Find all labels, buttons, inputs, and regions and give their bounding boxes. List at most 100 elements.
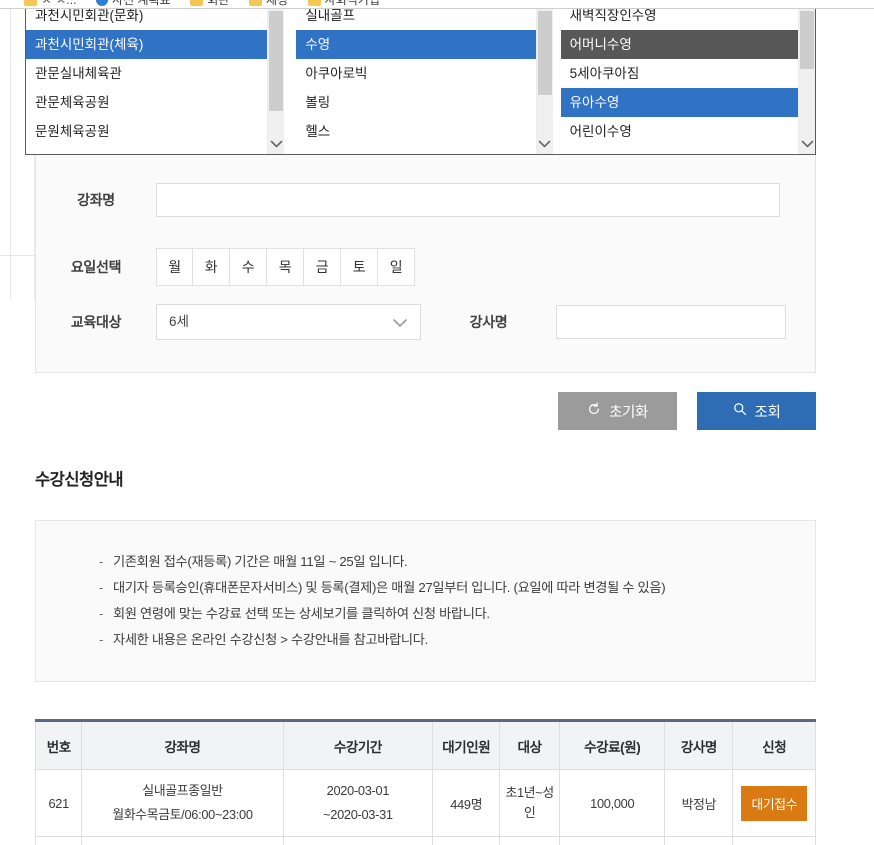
cell-stub [732,836,816,845]
listbox-option[interactable]: 5세아쿠아짐 [561,59,798,88]
notice-item: - 회원 연령에 맞는 수강료 선택 또는 상세보기를 클릭하여 신청 바랍니다. [36,601,815,627]
cell-stub [499,836,561,845]
weekday-button-wed[interactable]: 수 [230,248,267,286]
facility-listbox-scrollbar[interactable] [267,9,285,154]
cell-period: 2020-03-01 ~2020-03-31 [282,769,434,837]
search-icon [733,402,747,420]
search-form: 강좌명 요일선택 월 화 수 목 금 토 일 교육대상 6세 강사명 [35,155,816,373]
cell-stub [34,836,83,845]
layout-rail-horizontal [0,255,35,256]
course-name-input[interactable] [156,183,780,217]
target-select[interactable]: 6세 [156,304,421,340]
bookmark-label: 사전 계획표 [112,0,171,7]
col-header-waiting: 대기인원 [432,720,501,770]
weekday-button-sat[interactable]: 토 [341,248,378,286]
weekday-row: 요일선택 월 화 수 목 금 토 일 [36,248,815,286]
col-header-target: 대상 [499,720,561,770]
listbox-option[interactable]: 볼링 [296,88,535,117]
listbox-option-selected[interactable]: 과천시민회관(체육) [26,30,268,59]
facility-listbox[interactable]: 과천시민회관(문화) 과천시민회관(체육) 관문실내체육관 관문체육공원 문원체… [26,9,285,154]
weekday-button-thu[interactable]: 목 [267,248,304,286]
scrollbar-thumb[interactable] [537,11,552,95]
notice-item-text: 대기자 등록승인(휴대폰문자서비스) 및 등록(결제)은 매월 27일부터 입니… [113,580,666,595]
bookmark-item[interactable]: 사회적기업 [307,0,380,8]
bookmark-item[interactable]: 회관 [190,0,230,8]
table-row[interactable]: 621 실내골프종일반 월화수목금토/06:00~23:00 2020-03-0… [34,769,816,837]
search-actions: 초기화 조회 [0,392,816,430]
cell-waiting: 449명 [432,769,501,837]
course-name-row: 강좌명 [36,183,815,217]
page-content: 과천시민회관(문화) 과천시민회관(체육) 관문실내체육관 관문체육공원 문원체… [0,9,874,845]
notice-item-text: 회원 연령에 맞는 수강료 선택 또는 상세보기를 클릭하여 신청 바랍니다. [113,606,490,621]
listbox-option[interactable]: 관문체육공원 [26,88,267,117]
program-listbox-scrollbar[interactable] [535,9,553,154]
bookmark-label: ㅈ ㅈ... [41,0,77,7]
weekday-button-sun[interactable]: 일 [378,248,415,286]
notice-item: - 기존회원 접수(재등록) 기간은 매월 11일 ~ 25일 입니다. [36,549,815,575]
target-select-wrap: 6세 [156,304,421,340]
results-table: 번호 강좌명 수강기간 대기인원 대상 수강료(원) 강사명 신청 621 실내… [34,719,816,845]
col-header-apply: 신청 [732,720,816,770]
cell-stub [559,836,666,845]
weekday-button-mon[interactable]: 월 [156,248,193,286]
chevron-down-icon[interactable] [799,134,815,154]
bookmark-item[interactable]: ㅈ ㅈ... [24,0,77,8]
bookmark-label: 사회적기업 [324,0,380,7]
cell-instructor: 박정남 [664,769,734,837]
bookmark-label: 회관 [207,0,230,7]
course-schedule: 월화수목금토/06:00~23:00 [112,807,253,822]
period-end: ~2020-03-31 [323,807,393,822]
folder-icon [190,0,204,6]
cell-fee: 100,000 [559,769,666,837]
table-row-partial [34,836,816,845]
listbox-option[interactable]: 새벽직장인수영 [561,9,798,30]
listbox-option-hovered[interactable]: 어머니수영 [560,30,798,59]
reset-button-label: 초기화 [609,404,648,421]
listbox-option-selected[interactable]: 수영 [296,30,536,59]
weekday-button-fri[interactable]: 금 [304,248,341,286]
apply-button[interactable]: 대기접수 [741,785,807,821]
listbox-option[interactable]: 아쿠아로빅 [296,59,535,88]
listbox-option[interactable]: 문원체육공원 [26,117,267,146]
scrollbar-thumb[interactable] [269,11,284,111]
target-label: 교육대상 [70,314,122,330]
listbox-option-selected[interactable]: 유아수영 [560,88,798,117]
class-listbox[interactable]: 새벽직장인수영 어머니수영 5세아쿠아짐 유아수영 어린이수영 [560,9,815,154]
chevron-down-icon[interactable] [268,134,284,154]
notice-item-text: 기존회원 접수(재등록) 기간은 매월 11일 ~ 25일 입니다. [113,554,408,569]
cell-stub [81,836,284,845]
cell-no: 621 [34,769,83,837]
program-listbox[interactable]: 실내골프 수영 아쿠아로빅 볼링 헬스 [296,9,553,154]
instructor-input[interactable] [556,305,786,339]
bookmark-label: 체정 [265,0,289,7]
notice-list: - 기존회원 접수(재등록) 기간은 매월 11일 ~ 25일 입니다. - 대기자… [36,521,815,653]
class-listbox-scrollbar[interactable] [798,9,815,154]
reset-button[interactable]: 초기화 [558,392,677,430]
cell-stub [664,836,734,845]
bookmark-item[interactable]: 체정 [248,0,289,8]
chevron-down-icon[interactable] [537,134,553,154]
cell-apply: 대기접수 [732,769,816,837]
course-title: 실내골프종일반 [142,783,223,798]
search-button[interactable]: 조회 [697,392,816,430]
listbox-option[interactable]: 실내골프 [296,9,535,30]
col-header-course-name: 강좌명 [81,720,284,770]
bullet-dash: - [99,554,104,569]
col-header-instructor: 강사명 [664,720,734,770]
notice-item: - 대기자 등록승인(휴대폰문자서비스) 및 등록(결제)은 매월 27일부터 입… [36,575,815,601]
instructor-label: 강사명 [469,314,508,330]
weekday-label: 요일선택 [70,259,122,275]
bookmark-item[interactable]: 사전 계획표 [96,0,171,8]
listbox-option[interactable]: 관문실내체육관 [26,59,267,88]
refresh-icon [587,402,601,420]
scrollbar-thumb[interactable] [800,11,814,69]
weekday-button-tue[interactable]: 화 [193,248,230,286]
folder-icon [307,0,321,6]
listbox-option[interactable]: 어린이수영 [561,117,798,146]
cell-course-name: 실내골프종일반 월화수목금토/06:00~23:00 [81,769,284,837]
facility-selection-panel: 과천시민회관(문화) 과천시민회관(체육) 관문실내체육관 관문체육공원 문원체… [25,9,816,155]
col-header-fee: 수강료(원) [559,720,666,770]
folder-icon [248,0,262,6]
listbox-option[interactable]: 헬스 [296,117,535,146]
listbox-option[interactable]: 과천시민회관(문화) [26,9,267,30]
